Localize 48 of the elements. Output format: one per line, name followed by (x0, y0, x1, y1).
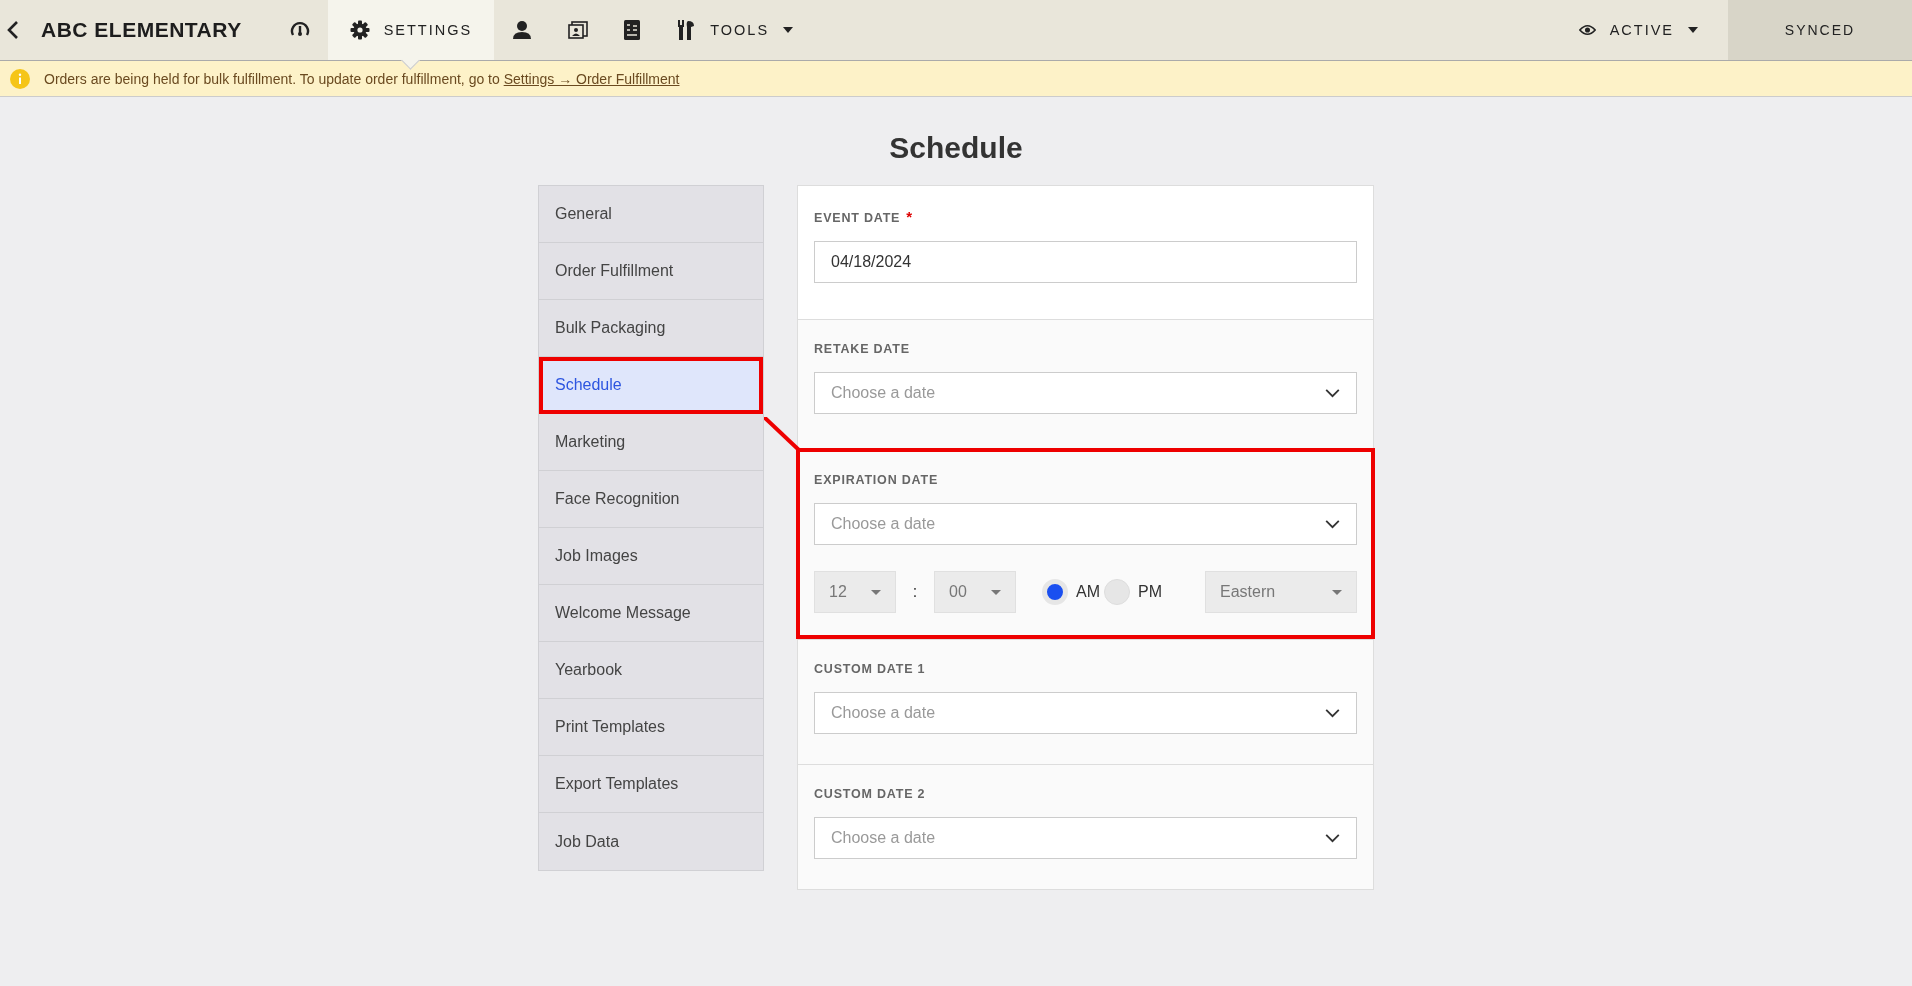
field-label: EVENT DATE * (814, 208, 914, 225)
leader-line (764, 417, 800, 453)
sidebar-item[interactable]: Job Data (539, 813, 763, 870)
period-radio[interactable]: AM (1042, 579, 1100, 605)
sidebar-item[interactable]: Welcome Message (539, 585, 763, 642)
chevron-down-icon (1325, 833, 1340, 843)
sidebar-item[interactable]: General (539, 186, 763, 243)
sidebar-item[interactable]: Marketing (539, 414, 763, 471)
eye-icon (1578, 24, 1596, 36)
chevron-down-icon (1325, 708, 1340, 718)
timezone-dropdown[interactable]: Eastern (1205, 571, 1357, 613)
sidebar-item[interactable]: Print Templates (539, 699, 763, 756)
document-icon (624, 20, 641, 40)
page-title: Schedule (888, 131, 1024, 165)
nav-tab[interactable]: TOOLS (658, 0, 812, 60)
caret-icon (991, 589, 1001, 595)
chevron-down-icon (1325, 519, 1340, 529)
sidebar-item[interactable]: Yearbook (539, 642, 763, 699)
app-title: ABC ELEMENTARY (41, 18, 242, 42)
sidebar-item[interactable]: Schedule (539, 357, 763, 414)
status-dropdown[interactable]: ACTIVE (1578, 22, 1698, 38)
photo-icon (568, 20, 589, 40)
sidebar-item[interactable]: Face Recognition (539, 471, 763, 528)
caret-icon (1332, 589, 1342, 595)
tools-icon (676, 19, 697, 41)
date-field[interactable]: 04/18/2024 (814, 241, 1357, 283)
info-icon (10, 68, 30, 89)
gear-icon (349, 20, 370, 40)
minute-dropdown[interactable]: 00 (934, 571, 1016, 613)
sidebar-item[interactable]: Job Images (539, 528, 763, 585)
period-radio[interactable]: PM (1104, 579, 1162, 605)
required-mark: * (906, 208, 913, 225)
field-label: EXPIRATION DATE (814, 473, 940, 487)
person-icon (512, 20, 533, 40)
caret-icon (1688, 27, 1698, 33)
chevron-down-icon (1325, 388, 1340, 398)
caret-icon (871, 589, 881, 595)
field-label: CUSTOM DATE 2 (814, 787, 927, 801)
sync-status: SYNCED (1728, 0, 1912, 60)
sidebar-item[interactable]: Order Fulfillment (539, 243, 763, 300)
notice-text: Orders are being held for bulk fulfillment. To update order fulfillment, go to Settings → Order Fulfillment (44, 70, 680, 87)
hour-dropdown[interactable]: 12 (814, 571, 896, 613)
settings-link[interactable]: Settings → Order Fulfillment (503, 70, 680, 87)
back-icon[interactable] (7, 20, 19, 40)
sidebar-item[interactable]: Export Templates (539, 756, 763, 813)
time-separator: : (911, 583, 919, 601)
field-label: CUSTOM DATE 1 (814, 662, 927, 676)
field-label: RETAKE DATE (814, 342, 911, 356)
